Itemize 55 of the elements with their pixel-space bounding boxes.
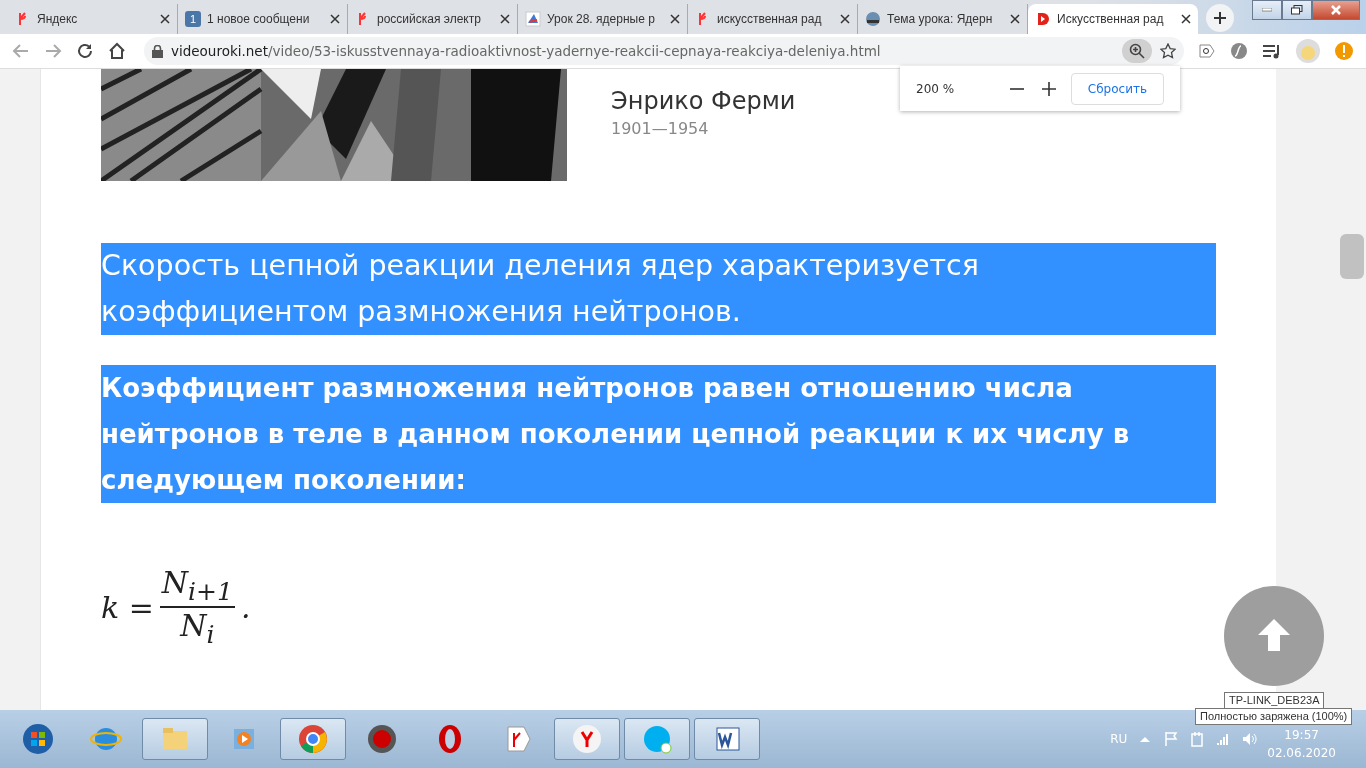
browser-tab[interactable]: Тема урока: Ядерн (858, 4, 1028, 34)
close-icon[interactable] (160, 14, 170, 24)
minimize-icon (1262, 8, 1272, 12)
restore-button[interactable] (1282, 0, 1312, 20)
formula: k = N$_{i+1}$ N$_{i}$ . (101, 565, 251, 649)
forward-icon[interactable] (44, 42, 62, 60)
y-circle-icon (571, 723, 603, 755)
media-queue-icon[interactable] (1262, 42, 1282, 60)
close-icon[interactable] (500, 14, 510, 24)
address-bar[interactable]: videouroki.net/video/53-iskusstvennaya-radioaktivnost-yadernye-reakcii-cepnaya-reakciya-deleniya.html (144, 37, 1184, 65)
disc-icon (366, 723, 398, 755)
extension-icon[interactable] (1198, 42, 1216, 60)
home-icon[interactable] (108, 42, 126, 60)
browser-tab[interactable]: Искусственная рад (1028, 4, 1198, 34)
back-icon[interactable] (12, 42, 30, 60)
taskbar-app[interactable] (280, 718, 346, 760)
close-icon[interactable] (330, 14, 340, 24)
paragraph: Скорость цепной реакции деления ядер характеризуется коэффициентом размножения нейтронов. (101, 243, 1216, 335)
site-icon (1035, 11, 1051, 27)
plus-icon (1213, 11, 1227, 25)
close-icon (1331, 5, 1341, 15)
browser-tab[interactable]: Яндекс (8, 4, 178, 34)
caption-years: 1901—1954 (611, 119, 710, 138)
alert-icon[interactable] (1334, 41, 1354, 61)
reload-icon[interactable] (76, 42, 94, 60)
taskbar-app[interactable] (694, 718, 760, 760)
caption-name: Энрико Ферми (611, 87, 796, 115)
tooltip: Полностью заряжена (100%) (1195, 708, 1353, 725)
close-icon[interactable] (670, 14, 680, 24)
taskbar-app[interactable] (554, 718, 620, 760)
site-icon (525, 11, 541, 27)
flash-icon[interactable] (1230, 42, 1248, 60)
zoom-popup: 200 % Сбросить (900, 66, 1180, 111)
lock-icon (152, 44, 163, 58)
bookmark-star-icon[interactable] (1160, 43, 1176, 59)
browser-tab[interactable]: 1 1 новое сообщени (178, 4, 348, 34)
close-icon[interactable] (1010, 14, 1020, 24)
restore-icon (1291, 5, 1303, 15)
scrollbar-thumb[interactable] (1340, 234, 1364, 279)
minimize-button[interactable] (1252, 0, 1282, 20)
paragraph: Коэффициент размножения нейтронов равен отношению числа нейтронов в теле в данном поколении цепной реакции к их числу в следующем поколении: (101, 365, 1216, 503)
taskbar-app[interactable] (624, 718, 690, 760)
browser-tab[interactable]: Урок 28. ядерные р (518, 4, 688, 34)
chrome-icon (297, 723, 329, 755)
start-orb-icon (22, 723, 54, 755)
zoom-icon[interactable] (1122, 39, 1152, 63)
message-count-badge: 1 (185, 11, 201, 27)
close-icon[interactable] (1181, 14, 1191, 24)
site-icon (865, 11, 881, 27)
close-icon[interactable] (840, 14, 850, 24)
new-tab-button[interactable] (1206, 4, 1234, 32)
reset-button[interactable]: Сбросить (1070, 72, 1164, 105)
close-button[interactable] (1312, 0, 1360, 20)
browser-tab[interactable]: искусственная рад (688, 4, 858, 34)
browser-tab[interactable]: российская электр (348, 4, 518, 34)
